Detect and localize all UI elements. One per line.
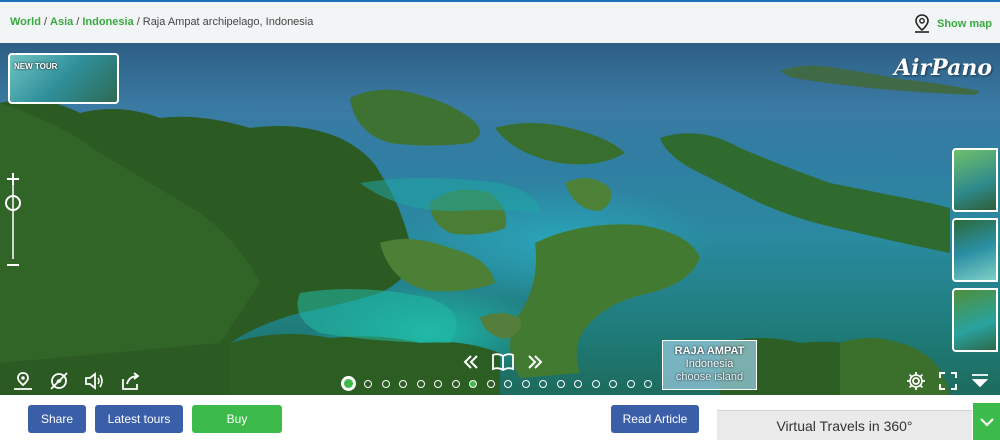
panorama-viewer[interactable]: AirPano NEW TOUR RAJA AMPAT Indonesia ch… [0,43,1000,395]
location-pin-icon[interactable] [12,371,34,391]
top-bar: World / Asia / Indonesia / Raja Ampat archipel… [0,0,1000,43]
tour-navigation [462,353,544,371]
read-article-button[interactable]: Read Article [611,405,699,433]
choose-island-card[interactable]: RAJA AMPAT Indonesia choose island [662,340,757,390]
tour-dot[interactable] [434,380,442,388]
tour-dot[interactable] [399,380,407,388]
side-thumbnail[interactable] [952,288,998,352]
show-map-label: Show map [936,18,992,30]
zoom-control[interactable] [4,171,22,271]
tour-dot[interactable] [486,380,495,388]
virtual-travels-tab[interactable]: Virtual Travels in 360° [717,410,972,440]
book-icon[interactable] [492,353,514,371]
island-country: Indonesia [685,358,734,370]
buy-button[interactable]: Buy [192,405,282,433]
compass-off-icon[interactable] [48,371,70,391]
share-arrow-icon[interactable] [120,371,142,391]
tour-dot[interactable] [626,380,635,388]
collapse-menu-icon[interactable] [970,371,990,391]
left-controls [12,371,142,391]
fullscreen-icon[interactable] [938,371,958,391]
tour-dot[interactable] [609,380,617,388]
tour-dot[interactable] [539,380,547,388]
panorama-image [0,65,980,395]
side-thumbnails [952,148,1000,358]
tour-dot[interactable] [381,380,390,388]
breadcrumb-separator: / [76,16,80,28]
tour-dot[interactable] [521,380,530,388]
breadcrumb-world[interactable]: World [10,16,41,28]
sound-icon[interactable] [84,371,106,391]
island-hint: choose island [675,371,744,383]
island-title: RAJA AMPAT [674,345,745,357]
side-thumbnail[interactable] [952,218,998,282]
breadcrumb-current: Raja Ampat archipelago, Indonesia [142,16,314,28]
tour-dot[interactable] [364,380,372,388]
breadcrumb: World / Asia / Indonesia / Raja Ampat archipel… [10,16,313,28]
gear-icon[interactable] [906,371,926,391]
share-button[interactable]: Share [28,405,86,433]
right-controls [906,371,990,391]
chevron-down-icon [979,417,994,427]
tour-dot[interactable] [591,380,600,388]
breadcrumb-separator: / [136,16,140,28]
tour-dot[interactable] [469,380,477,388]
show-map-button[interactable]: Show map [913,14,992,34]
chevron-double-left-icon[interactable] [462,354,480,370]
tour-dot[interactable] [416,380,425,388]
new-tour-thumbnail[interactable]: NEW TOUR [8,53,119,104]
map-pin-icon [914,14,929,33]
expand-button[interactable] [973,403,1000,440]
tour-dot[interactable] [644,380,652,388]
zoom-slider-icon[interactable] [4,171,22,271]
chevron-double-right-icon[interactable] [526,354,544,370]
breadcrumb-asia[interactable]: Asia [50,16,73,28]
tour-dot[interactable] [451,380,460,388]
tour-dot[interactable] [556,380,565,388]
tour-dot[interactable] [504,380,512,388]
airpano-logo: AirPano [894,55,992,81]
tour-dot[interactable] [574,380,582,388]
latest-tours-button[interactable]: Latest tours [95,405,183,433]
new-tour-label: NEW TOUR [14,62,58,71]
breadcrumb-separator: / [43,16,48,28]
side-thumbnail[interactable] [952,148,998,212]
breadcrumb-indonesia[interactable]: Indonesia [82,16,133,28]
tour-dot[interactable] [341,376,356,391]
